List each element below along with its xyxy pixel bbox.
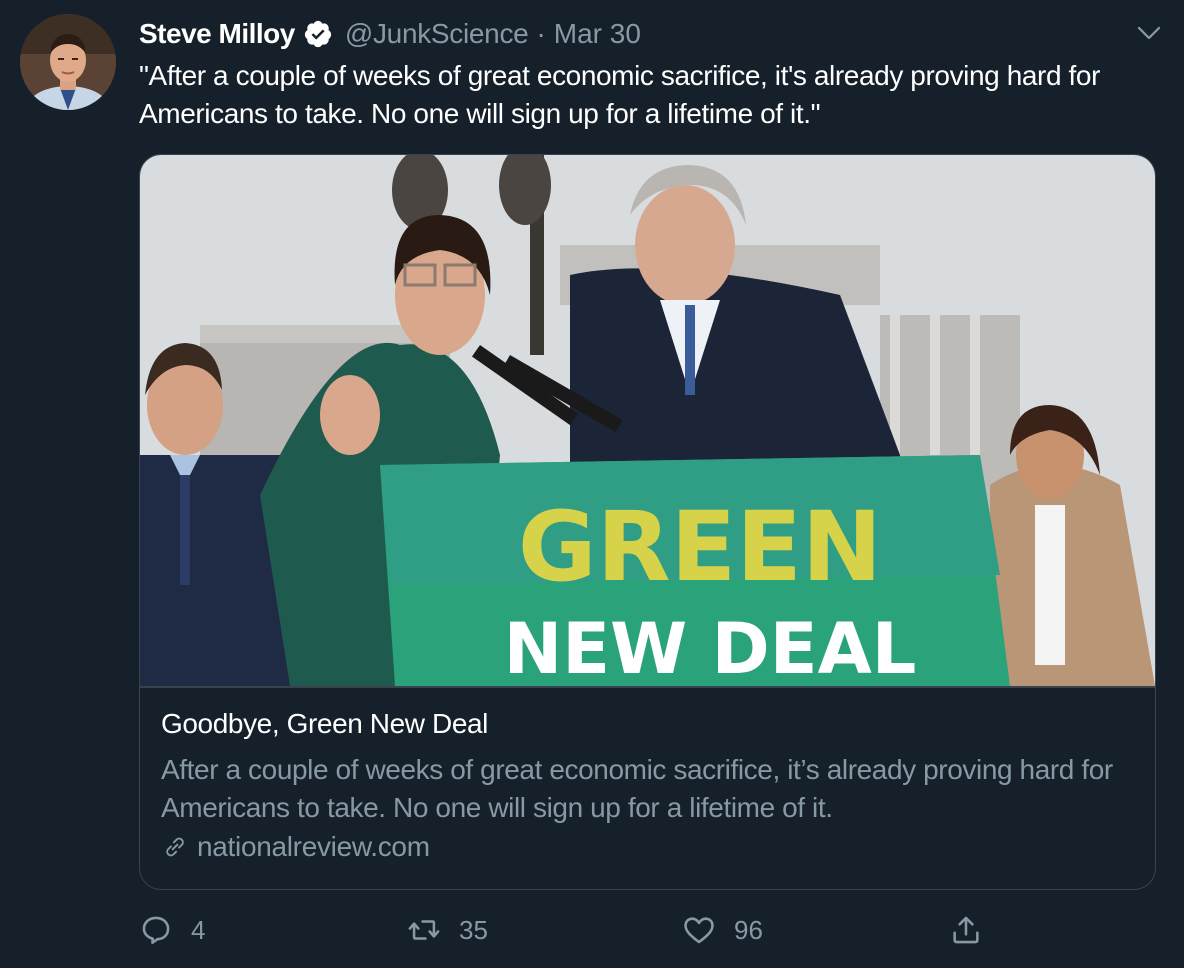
reply-icon [142,916,170,945]
like-button[interactable]: 96 [682,908,763,952]
author-name[interactable]: Steve Milloy [139,18,295,50]
tweet-timestamp[interactable]: Mar 30 [554,18,641,50]
tweet-header: Steve Milloy @JunkScience · Mar 30 [139,14,641,54]
action-bar: 4 35 96 [139,908,1154,952]
share-button[interactable] [949,908,983,952]
link-icon [166,837,184,857]
card-divider [140,686,1155,688]
reply-button[interactable]: 4 [139,908,205,952]
card-domain-text: nationalreview.com [197,831,430,862]
author-handle[interactable]: @JunkScience [345,18,529,50]
avatar-image [20,14,116,110]
reply-count: 4 [191,914,206,945]
sign-text-new-deal: NEW DEAL [504,608,917,686]
sign-text-green: GREEN [518,491,882,603]
share-icon [953,916,979,944]
tweet-text: "After a couple of weeks of great econom… [139,60,1101,129]
retweet-icon [408,920,440,940]
verified-badge-icon [304,20,331,48]
card-description: After a couple of weeks of great economi… [161,754,1113,823]
card-domain: nationalreview.com [161,831,430,863]
like-count: 96 [734,914,763,945]
avatar[interactable] [20,14,116,110]
card-title: Goodbye, Green New Deal [161,708,488,739]
link-card[interactable]: GREEN NEW DEAL Goodbye, Green New Deal A… [139,154,1156,890]
retweet-count: 35 [459,914,488,945]
chevron-down-icon[interactable] [1134,18,1164,48]
retweet-button[interactable]: 35 [407,908,488,952]
heart-icon [684,917,714,944]
card-image: GREEN NEW DEAL [140,155,1155,686]
separator-dot: · [536,18,546,49]
